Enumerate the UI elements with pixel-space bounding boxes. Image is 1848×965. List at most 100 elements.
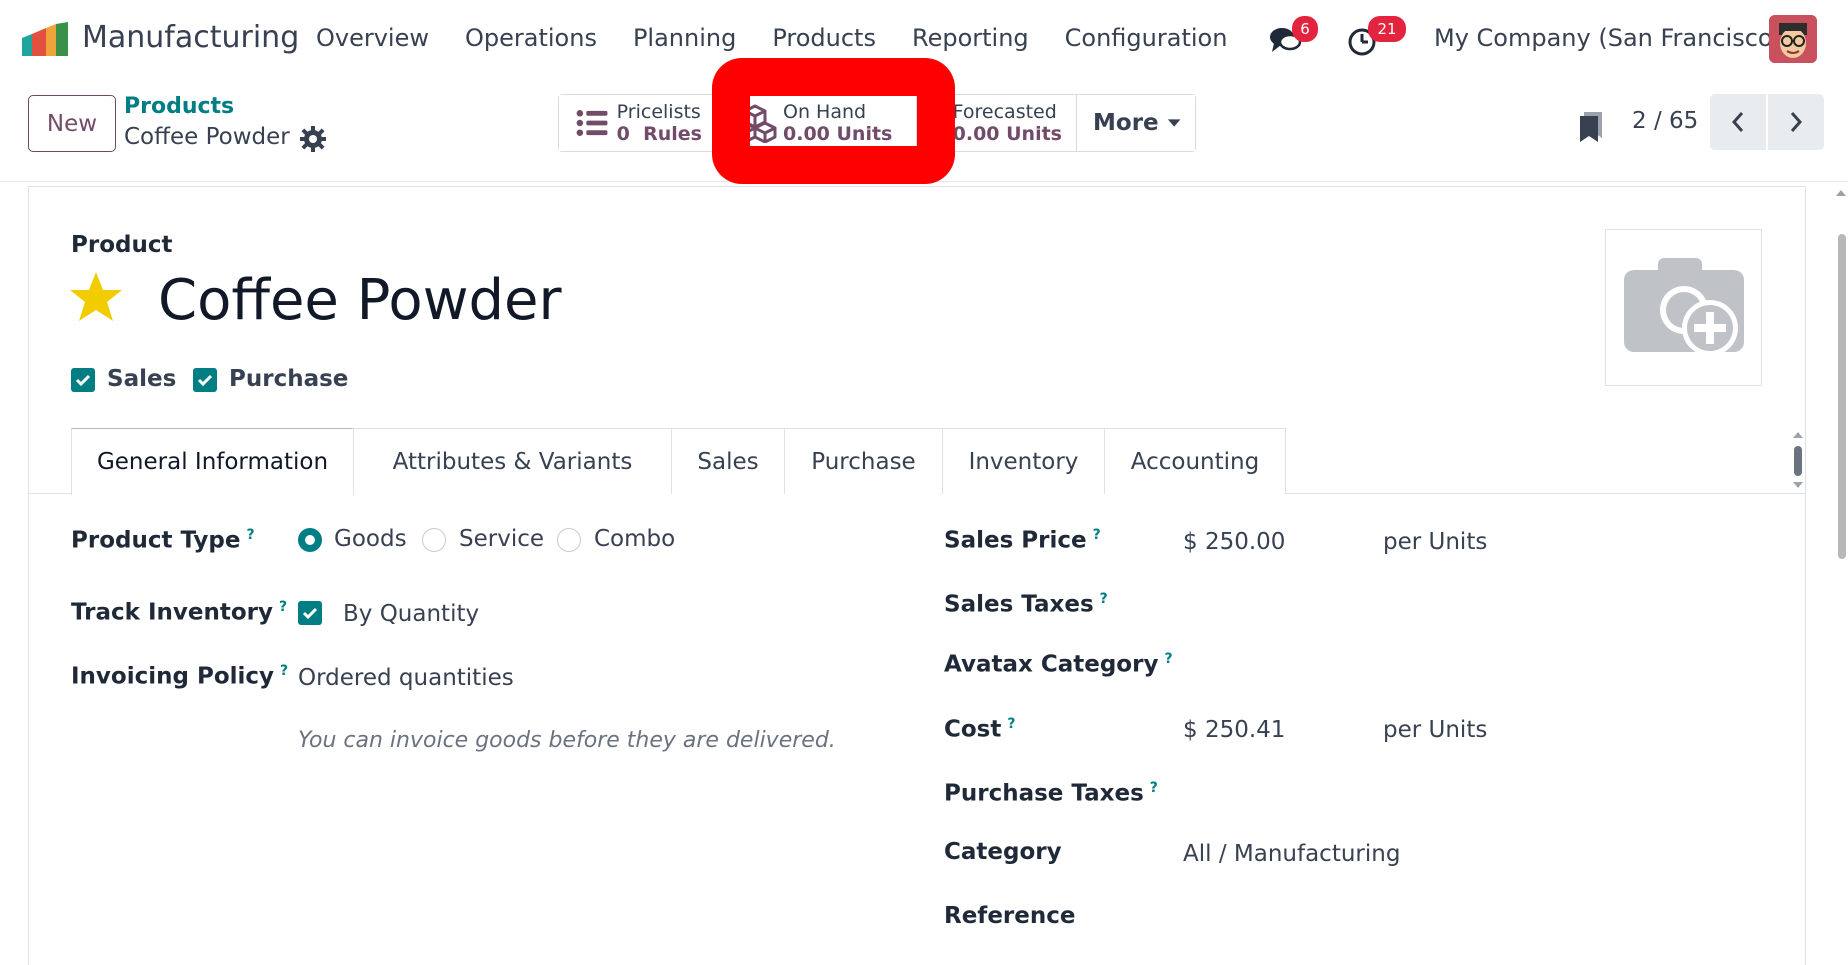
cost-label: Cost?	[944, 716, 1016, 743]
track-inventory-label-text: Track Inventory	[71, 599, 273, 626]
control-panel: New Products Coffee Powder Pricelists 0 …	[0, 80, 1848, 182]
menu-products[interactable]: Products	[772, 24, 876, 52]
company-switcher[interactable]: My Company (San Francisco)	[1434, 24, 1782, 52]
invoicing-policy-label: Invoicing Policy?	[71, 663, 288, 690]
checkmark-icon	[197, 374, 213, 387]
bookmarks-icon[interactable]	[1578, 108, 1604, 142]
activities-badge: 21	[1368, 16, 1406, 42]
radio-service[interactable]	[422, 528, 446, 552]
tab-purchase[interactable]: Purchase	[784, 428, 943, 494]
camera-plus-icon	[1624, 258, 1744, 356]
purchase-taxes-label-text: Purchase Taxes	[944, 780, 1144, 807]
menu-planning[interactable]: Planning	[633, 24, 736, 52]
breadcrumb-current: Coffee Powder	[124, 124, 290, 150]
purchase-taxes-label: Purchase Taxes?	[944, 780, 1158, 807]
help-tooltip-icon[interactable]: ?	[1100, 591, 1108, 607]
forecasted-smart-button[interactable]: Forecasted 0.00 Units	[917, 95, 1077, 151]
area-chart-icon	[933, 121, 942, 129]
track-inventory-value[interactable]: By Quantity	[343, 601, 479, 627]
list-icon	[576, 110, 608, 136]
breadcrumb-products[interactable]: Products	[124, 94, 234, 119]
tab-sales[interactable]: Sales	[671, 428, 785, 494]
smart-buttons: Pricelists 0 Rules On Hand 0.00 Units Fo…	[558, 94, 1196, 152]
pager-value[interactable]: 2 / 65	[1632, 108, 1698, 134]
radio-goods[interactable]	[298, 528, 322, 552]
invoicing-policy-value[interactable]: Ordered quantities	[298, 665, 514, 691]
tab-general-information[interactable]: General Information	[71, 428, 354, 495]
page-scrollbar-thumb[interactable]	[1838, 234, 1846, 559]
messages-button[interactable]: 6	[1268, 16, 1318, 58]
help-tooltip-icon[interactable]: ?	[280, 663, 288, 679]
avatax-category-label-text: Avatax Category	[944, 651, 1159, 678]
sales-taxes-label: Sales Taxes?	[944, 591, 1108, 618]
tab-accounting[interactable]: Accounting	[1104, 428, 1286, 494]
avatax-category-label: Avatax Category?	[944, 651, 1173, 678]
track-inventory-label: Track Inventory?	[71, 599, 287, 626]
help-tooltip-icon[interactable]: ?	[1164, 651, 1172, 667]
main-menu: Overview Operations Planning Products Re…	[298, 24, 1245, 52]
chevron-left-icon	[1731, 112, 1744, 132]
pricelists-label: Pricelists	[616, 101, 701, 123]
sales-price-label: Sales Price?	[944, 527, 1101, 554]
category-value[interactable]: All / Manufacturing	[1183, 841, 1400, 867]
pricelists-smart-button[interactable]: Pricelists 0 Rules	[559, 95, 717, 151]
purchase-checkbox-label[interactable]: Purchase	[229, 366, 348, 392]
help-tooltip-icon[interactable]: ?	[1093, 527, 1101, 543]
help-tooltip-icon[interactable]: ?	[1007, 716, 1015, 732]
tab-inventory[interactable]: Inventory	[942, 428, 1105, 494]
avatar-face-icon	[1769, 15, 1817, 63]
cost-value[interactable]: $ 250.41	[1183, 717, 1285, 743]
product-name[interactable]: Coffee Powder	[158, 268, 562, 333]
checkmark-icon	[302, 607, 318, 620]
menu-reporting[interactable]: Reporting	[912, 24, 1029, 52]
manufacturing-app-icon[interactable]	[22, 22, 72, 56]
sales-price-value[interactable]: $ 250.00	[1183, 529, 1285, 555]
cost-unit: per Units	[1383, 717, 1488, 743]
notebook-tabs: General Information Attributes & Variant…	[28, 428, 1806, 495]
scroll-up-arrow-icon	[1836, 190, 1846, 196]
reference-label: Reference	[944, 903, 1076, 929]
cubes-icon	[733, 104, 777, 143]
menu-configuration[interactable]: Configuration	[1065, 24, 1228, 52]
track-inventory-checkbox[interactable]	[298, 601, 322, 625]
radio-service-label[interactable]: Service	[459, 526, 544, 552]
more-dropdown-button[interactable]: More	[1077, 95, 1195, 151]
forecasted-value: 0.00 Units	[952, 123, 1062, 145]
top-navbar: Manufacturing Overview Operations Planni…	[0, 0, 1848, 80]
chevron-right-icon	[1790, 112, 1803, 132]
product-image-upload[interactable]	[1605, 229, 1762, 386]
new-button[interactable]: New	[28, 95, 116, 152]
forecasted-label: Forecasted	[952, 101, 1057, 123]
user-avatar[interactable]	[1769, 15, 1817, 63]
purchase-checkbox[interactable]	[193, 368, 217, 392]
radio-goods-label[interactable]: Goods	[334, 526, 407, 552]
sales-taxes-label-text: Sales Taxes	[944, 591, 1094, 618]
sales-checkbox[interactable]	[71, 368, 95, 392]
favorite-star-icon[interactable]	[68, 270, 124, 324]
tabs-scrollbar[interactable]	[1792, 432, 1804, 488]
messages-badge: 6	[1292, 16, 1318, 42]
tab-attributes-variants[interactable]: Attributes & Variants	[353, 428, 672, 494]
sales-checkbox-label[interactable]: Sales	[107, 366, 176, 392]
activities-button[interactable]: 21	[1346, 16, 1406, 58]
pricelists-value: 0 Rules	[616, 123, 702, 145]
pager-next-button[interactable]	[1768, 94, 1824, 150]
on-hand-smart-button[interactable]: On Hand 0.00 Units	[717, 95, 917, 151]
menu-overview[interactable]: Overview	[316, 24, 429, 52]
help-tooltip-icon[interactable]: ?	[279, 599, 287, 615]
app-name[interactable]: Manufacturing	[82, 20, 299, 55]
more-label: More	[1093, 110, 1159, 136]
radio-combo-label[interactable]: Combo	[594, 526, 675, 552]
pager-previous-button[interactable]	[1710, 94, 1766, 150]
on-hand-label: On Hand	[783, 101, 867, 123]
invoicing-policy-hint: You can invoice goods before they are de…	[298, 728, 836, 753]
cost-label-text: Cost	[944, 716, 1002, 743]
help-tooltip-icon[interactable]: ?	[247, 527, 255, 543]
menu-operations[interactable]: Operations	[465, 24, 597, 52]
checkmark-icon	[75, 374, 91, 387]
radio-combo[interactable]	[557, 528, 581, 552]
help-tooltip-icon[interactable]: ?	[1150, 780, 1158, 796]
on-hand-value: 0.00 Units	[783, 123, 893, 145]
gear-icon[interactable]	[300, 126, 326, 152]
caret-down-icon	[1167, 119, 1181, 127]
